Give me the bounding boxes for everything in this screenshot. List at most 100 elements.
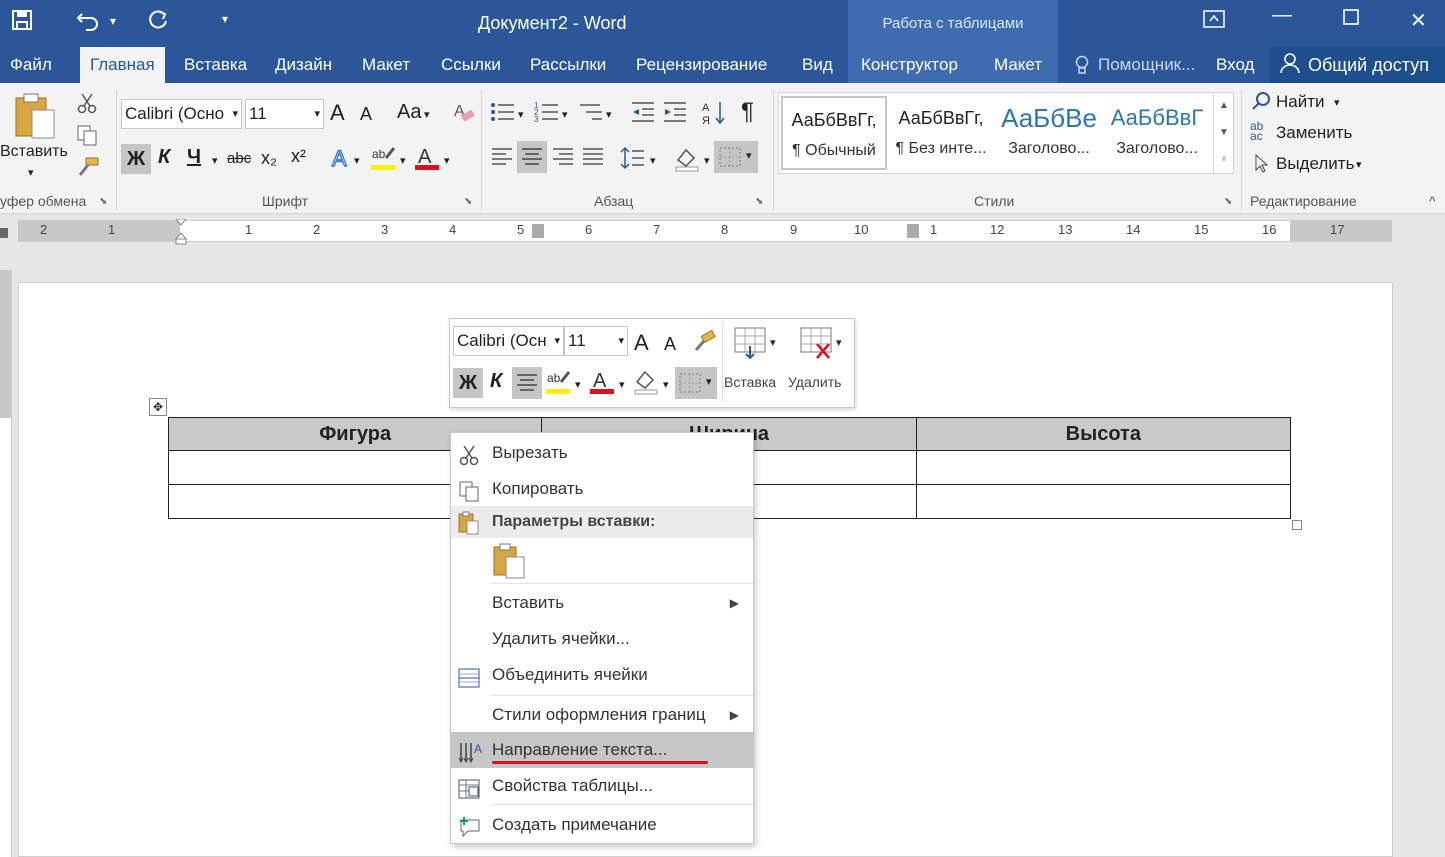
tab-review[interactable]: Рецензирование xyxy=(626,47,777,83)
tell-me-search[interactable]: Помощник... xyxy=(1088,47,1205,83)
menu-item-copy[interactable]: Копировать xyxy=(451,471,753,507)
clear-formatting-icon[interactable]: A xyxy=(452,100,476,127)
sort-icon[interactable]: АЯ xyxy=(702,100,728,129)
undo-dropdown-icon[interactable]: ▾ xyxy=(110,14,116,28)
style-heading-2[interactable]: АаБбВвГ Заголово... xyxy=(1104,96,1210,170)
table-cell[interactable] xyxy=(915,450,1292,485)
grow-font-button[interactable]: A xyxy=(330,100,345,126)
chevron-down-icon[interactable]: ▾ xyxy=(606,108,612,121)
mini-grow-font-icon[interactable]: A xyxy=(634,330,649,356)
tab-view[interactable]: Вид xyxy=(792,47,843,83)
clipboard-launcher-icon[interactable]: ⬊ xyxy=(99,196,107,207)
mini-italic-button[interactable]: К xyxy=(490,370,502,393)
scroll-down-icon[interactable]: ▼ xyxy=(1214,119,1234,146)
menu-item-table-properties[interactable]: Свойства таблицы... xyxy=(451,768,753,804)
strikethrough-button[interactable]: abc xyxy=(227,150,251,167)
save-icon[interactable] xyxy=(10,8,34,38)
copy-icon[interactable] xyxy=(76,124,98,149)
highlight-color-icon[interactable]: ab xyxy=(370,144,398,175)
borders-button[interactable]: ▾ xyxy=(714,141,758,173)
italic-button[interactable]: К xyxy=(158,146,170,169)
align-center-button[interactable] xyxy=(517,141,547,173)
find-icon[interactable] xyxy=(1252,91,1272,114)
style-normal[interactable]: АаБбВвГг, ¶ Обычный xyxy=(781,96,887,170)
table-cell[interactable] xyxy=(915,484,1292,519)
multilevel-list-icon[interactable] xyxy=(578,100,604,127)
tab-mailings[interactable]: Рассылки xyxy=(520,47,616,83)
menu-item-insert[interactable]: Вставить ▶ xyxy=(451,585,753,621)
mini-borders-button[interactable]: ▾ xyxy=(675,367,717,399)
style-heading-1[interactable]: АаБбВе Заголово... xyxy=(996,96,1102,170)
align-left-icon[interactable] xyxy=(490,147,514,172)
format-painter-icon[interactable] xyxy=(76,156,100,181)
share-button[interactable]: Общий доступ xyxy=(1270,47,1445,83)
scroll-up-icon[interactable]: ▲ xyxy=(1214,92,1234,119)
insert-table-rows-icon[interactable] xyxy=(733,326,767,363)
find-button[interactable]: Найти xyxy=(1276,92,1325,112)
paragraph-launcher-icon[interactable]: ⬊ xyxy=(755,196,763,207)
mini-insert-button[interactable]: Вставка xyxy=(724,374,776,390)
chevron-down-icon[interactable]: ▾ xyxy=(663,378,669,391)
column-marker[interactable] xyxy=(532,224,544,238)
redo-icon[interactable] xyxy=(146,8,170,38)
indent-marker-icon[interactable] xyxy=(174,218,188,245)
menu-item-border-styles[interactable]: Стили оформления границ ▶ xyxy=(451,697,753,733)
tab-selector[interactable] xyxy=(0,228,8,238)
vertical-ruler[interactable] xyxy=(0,270,12,857)
show-formatting-marks-icon[interactable]: ¶ xyxy=(741,98,754,126)
styles-launcher-icon[interactable]: ⬊ xyxy=(1224,196,1232,207)
cut-icon[interactable] xyxy=(76,92,98,117)
mini-delete-button[interactable]: Удалить xyxy=(788,374,841,390)
paste-dropdown-icon[interactable]: ▾ xyxy=(28,166,34,179)
mini-bold-button[interactable]: Ж xyxy=(453,368,483,398)
subscript-button[interactable]: x₂ xyxy=(261,148,277,169)
styles-scroll[interactable]: ▲ ▼ ⩡ xyxy=(1213,92,1234,174)
paste-icon[interactable] xyxy=(14,92,58,143)
tab-home[interactable]: Главная xyxy=(80,47,165,83)
font-size-combo[interactable]: 11 ▾ xyxy=(245,99,324,129)
replace-button[interactable]: Заменить xyxy=(1276,123,1352,143)
bullets-icon[interactable] xyxy=(490,100,516,127)
tab-table-layout[interactable]: Макет xyxy=(984,47,1052,83)
ribbon-display-options-icon[interactable] xyxy=(1202,8,1226,36)
chevron-down-icon[interactable]: ▾ xyxy=(575,378,581,391)
menu-item-delete-cells[interactable]: Удалить ячейки... xyxy=(451,621,753,657)
table-resize-handle[interactable] xyxy=(1292,520,1302,530)
menu-item-new-comment[interactable]: Создать примечание xyxy=(451,807,753,843)
superscript-button[interactable]: x² xyxy=(291,146,306,167)
table-move-handle-icon[interactable]: ✥ xyxy=(149,398,167,416)
font-launcher-icon[interactable]: ⬊ xyxy=(464,196,472,207)
table-header-cell[interactable]: Высота xyxy=(915,417,1292,451)
shrink-font-button[interactable]: A xyxy=(360,104,372,125)
chevron-down-icon[interactable]: ▾ xyxy=(444,154,450,167)
more-styles-icon[interactable]: ⩡ xyxy=(1214,146,1234,173)
menu-item-merge-cells[interactable]: Объединить ячейки xyxy=(451,657,753,693)
menu-item-cut[interactable]: Вырезать xyxy=(451,435,753,471)
mini-center-button[interactable] xyxy=(512,367,542,399)
change-case-button[interactable]: Aa xyxy=(397,101,421,124)
justify-icon[interactable] xyxy=(581,147,605,172)
select-button[interactable]: Выделить xyxy=(1276,154,1354,174)
chevron-down-icon[interactable]: ▾ xyxy=(212,154,218,167)
column-marker[interactable] xyxy=(907,224,919,238)
delete-table-icon[interactable] xyxy=(799,326,833,363)
chevron-down-icon[interactable]: ▾ xyxy=(1356,158,1362,171)
align-right-icon[interactable] xyxy=(551,147,575,172)
increase-indent-icon[interactable] xyxy=(662,100,688,127)
chevron-down-icon[interactable]: ▾ xyxy=(650,154,656,167)
customize-quick-access-icon[interactable]: ▾ xyxy=(222,12,228,26)
collapse-ribbon-icon[interactable]: ^ xyxy=(1429,193,1436,209)
chevron-down-icon[interactable]: ▾ xyxy=(400,154,406,167)
sign-in-link[interactable]: Вход xyxy=(1206,47,1264,83)
mini-shrink-font-icon[interactable]: A xyxy=(664,334,676,355)
shading-icon[interactable] xyxy=(674,146,700,175)
paste-button[interactable]: Вставить xyxy=(0,143,68,161)
chevron-down-icon[interactable]: ▾ xyxy=(770,336,776,349)
maximize-icon[interactable] xyxy=(1342,8,1360,32)
font-color-icon[interactable]: A xyxy=(414,144,442,175)
mini-font-size-combo[interactable]: 11 ▾ xyxy=(564,326,628,356)
chevron-down-icon[interactable]: ▾ xyxy=(424,108,430,121)
close-icon[interactable]: ✕ xyxy=(1410,8,1427,33)
tab-references[interactable]: Ссылки xyxy=(431,47,511,83)
minimize-icon[interactable]: — xyxy=(1272,4,1292,27)
